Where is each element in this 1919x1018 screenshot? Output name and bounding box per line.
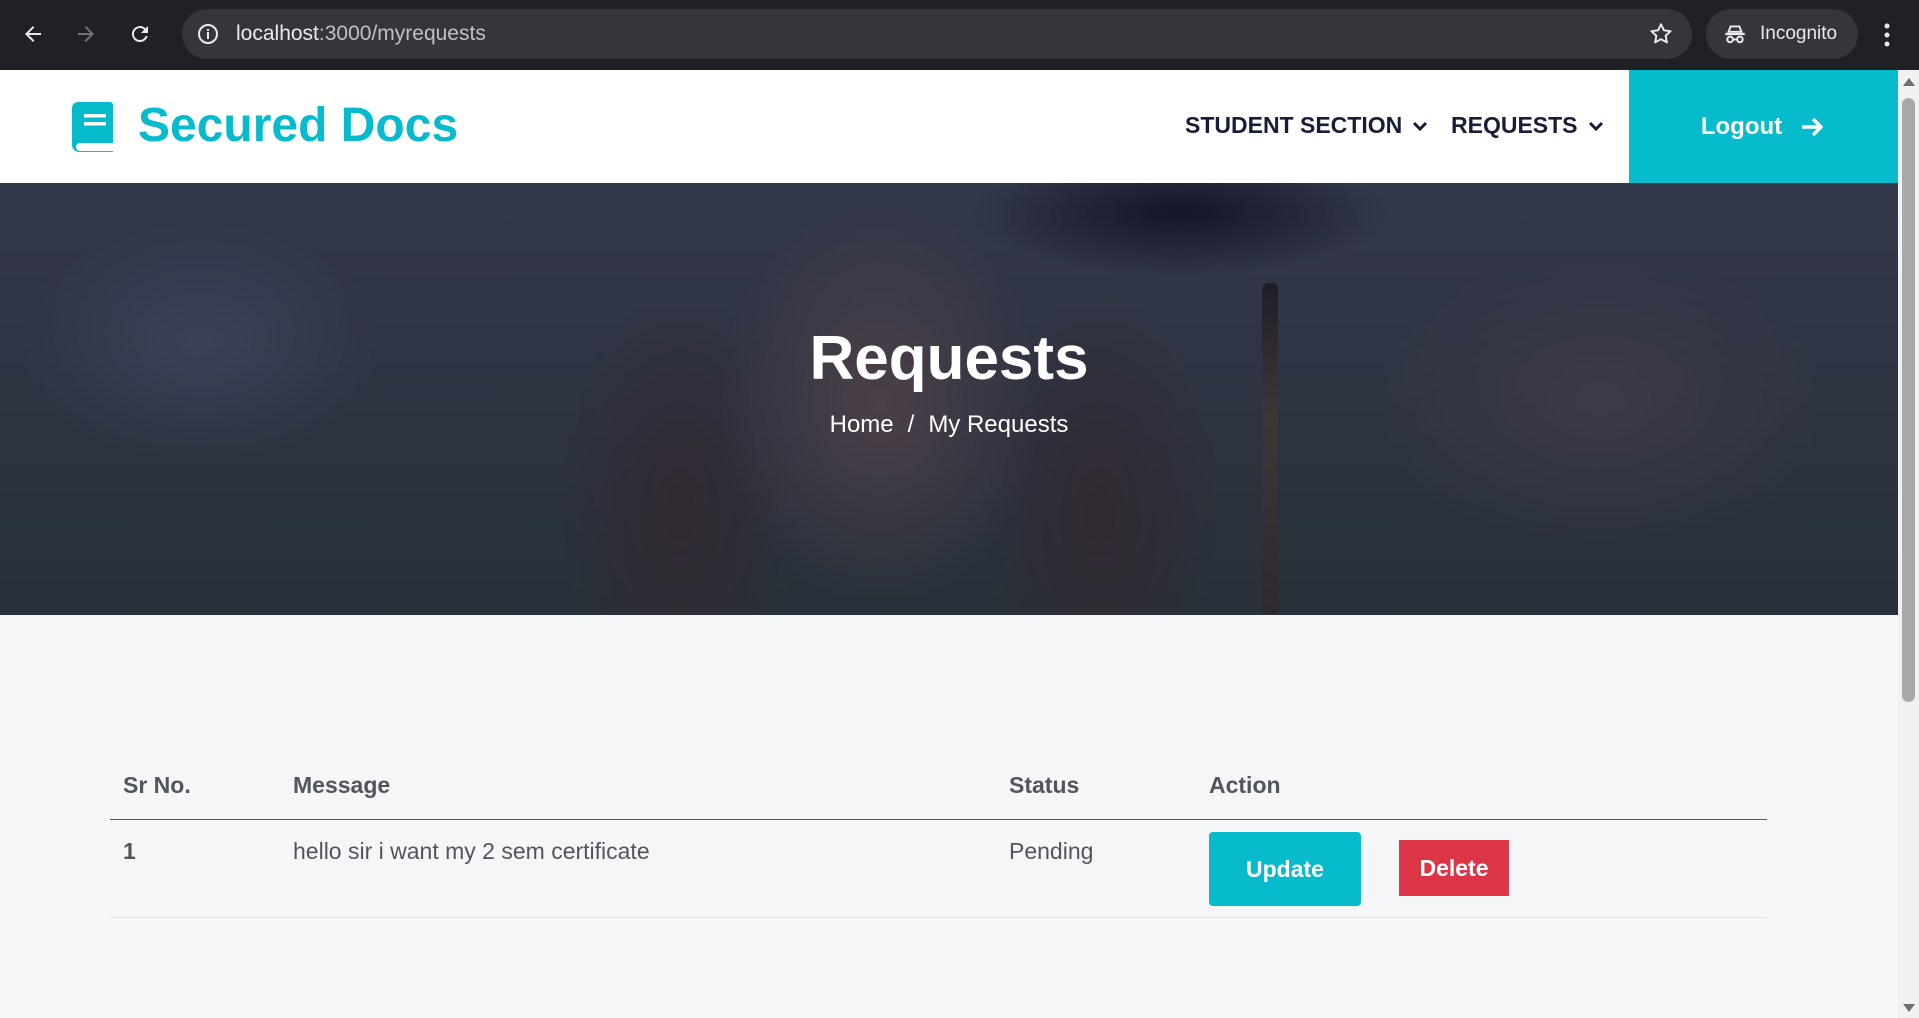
nav-requests-label: REQUESTS: [1451, 112, 1578, 138]
table-row: 1 hello sir i want my 2 sem certificate …: [110, 820, 1767, 918]
chevron-down-icon: [1588, 121, 1603, 131]
requests-table: Sr No. Message Status Action 1 hello sir…: [110, 760, 1767, 918]
nav-requests[interactable]: REQUESTS: [1451, 112, 1604, 139]
breadcrumb-separator: /: [907, 411, 915, 438]
column-header-status: Status: [1009, 772, 1080, 798]
address-bar[interactable]: localhost:3000/myrequests: [182, 9, 1692, 59]
delete-button[interactable]: Delete: [1399, 840, 1509, 896]
scroll-down-icon[interactable]: [1903, 1004, 1915, 1012]
logout-button[interactable]: Logout: [1629, 70, 1898, 183]
column-header-sr: Sr No.: [123, 772, 191, 798]
incognito-icon: [1722, 21, 1748, 47]
cell-sr: 1: [123, 838, 136, 864]
cell-status: Pending: [1009, 838, 1094, 864]
site-navbar: Secured Docs STUDENT SECTION REQUESTS Lo…: [0, 70, 1898, 183]
update-button[interactable]: Update: [1209, 832, 1361, 906]
page-header-banner: Requests Home / My Requests: [0, 183, 1898, 615]
table-header: Sr No. Message Status Action: [110, 760, 1767, 820]
breadcrumb-home[interactable]: Home: [830, 411, 894, 438]
arrow-right-icon: [1802, 117, 1823, 136]
forward-icon[interactable]: [65, 13, 107, 55]
incognito-indicator[interactable]: Incognito: [1706, 9, 1858, 59]
brand-name: Secured Docs: [138, 99, 459, 152]
back-icon[interactable]: [12, 13, 54, 55]
column-header-action: Action: [1209, 772, 1281, 798]
cell-message: hello sir i want my 2 sem certificate: [293, 838, 650, 864]
logout-label: Logout: [1700, 112, 1783, 140]
column-header-message: Message: [293, 772, 391, 798]
browser-chrome: localhost:3000/myrequests Incognito: [0, 0, 1919, 70]
reload-icon[interactable]: [119, 13, 161, 55]
nav-student-section[interactable]: STUDENT SECTION: [1185, 112, 1428, 139]
menu-kebab-icon[interactable]: [1872, 18, 1902, 52]
brand-link[interactable]: Secured Docs: [70, 98, 458, 153]
scroll-up-icon[interactable]: [1903, 78, 1915, 86]
chevron-down-icon: [1413, 121, 1428, 131]
breadcrumb: Home / My Requests: [0, 411, 1898, 439]
bookmark-star-icon[interactable]: [1648, 21, 1674, 47]
banner-overlay: [0, 183, 1898, 615]
page-title: Requests: [809, 324, 1089, 393]
incognito-label: Incognito: [1760, 23, 1838, 44]
scroll-thumb[interactable]: [1902, 98, 1915, 702]
book-icon: [70, 100, 116, 152]
site-info-icon[interactable]: [196, 22, 220, 46]
url-text: localhost:3000/myrequests: [236, 22, 486, 45]
nav-student-section-label: STUDENT SECTION: [1185, 112, 1403, 138]
breadcrumb-current: My Requests: [928, 411, 1069, 438]
page-scrollbar[interactable]: [1898, 70, 1919, 1018]
